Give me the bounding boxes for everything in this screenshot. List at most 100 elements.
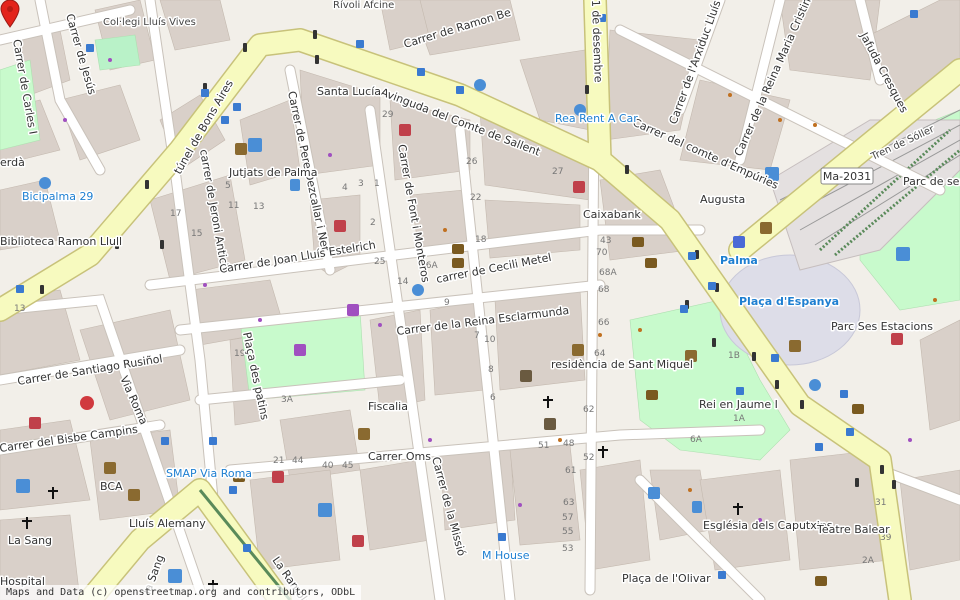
svg-text:La Sang: La Sang [8, 534, 52, 547]
svg-text:27: 27 [552, 167, 563, 177]
svg-text:45: 45 [342, 461, 353, 471]
library-icon [104, 462, 116, 474]
tourism-icon [760, 222, 772, 234]
svg-text:Parc Ses Estacions: Parc Ses Estacions [831, 320, 933, 333]
svg-text:5: 5 [225, 181, 231, 191]
svg-text:Caixabank: Caixabank [583, 208, 641, 221]
library-icon [544, 418, 556, 430]
bicycle-rental-icon [39, 177, 51, 189]
svg-text:2A: 2A [862, 556, 875, 566]
bicycle-rental-icon [412, 284, 424, 296]
svg-text:Jutjats de Palma: Jutjats de Palma [228, 166, 318, 179]
svg-text:13: 13 [14, 304, 25, 314]
courthouse-icon [235, 143, 247, 155]
svg-text:Ma-2031: Ma-2031 [823, 170, 871, 183]
svg-text:Col·legi Lluís Vives: Col·legi Lluís Vives [103, 16, 196, 28]
svg-text:52: 52 [583, 453, 594, 463]
bicycle-rental-icon [809, 379, 821, 391]
svg-text:SMAP Via Roma: SMAP Via Roma [166, 467, 252, 480]
svg-text:10: 10 [484, 335, 496, 345]
svg-text:erdà: erdà [0, 156, 25, 169]
svg-text:Augusta: Augusta [700, 193, 745, 206]
svg-text:Bicipalma 29: Bicipalma 29 [22, 190, 93, 203]
map-attribution: Maps and Data (c) openstreetmap.org and … [0, 585, 362, 600]
pharmacy-icon [891, 333, 903, 345]
svg-text:3: 3 [358, 179, 364, 189]
svg-text:6: 6 [490, 393, 496, 403]
svg-text:43: 43 [600, 236, 611, 246]
svg-text:55: 55 [562, 527, 573, 537]
map-canvas[interactable]: 26 22 18 16A 14 9 7 10 8 6 4 2 1 3 5 29 … [0, 0, 960, 600]
pharmacy-icon [29, 417, 41, 429]
svg-text:Plaça de l'Olivar: Plaça de l'Olivar [622, 572, 711, 585]
atm-icon [632, 237, 644, 247]
svg-text:63: 63 [563, 498, 574, 508]
svg-text:Teatre Balear: Teatre Balear [816, 523, 890, 536]
svg-text:1A: 1A [733, 414, 746, 424]
monument-icon [572, 344, 584, 356]
atm-icon [645, 258, 657, 268]
atm-icon [452, 244, 464, 254]
bus-station-icon [896, 247, 910, 261]
parking-icon [168, 569, 182, 583]
svg-text:18: 18 [475, 235, 487, 245]
svg-text:31: 31 [875, 498, 886, 508]
svg-text:17: 17 [170, 209, 181, 219]
atm-icon [646, 390, 658, 400]
map-view[interactable]: 26 22 18 16A 14 9 7 10 8 6 4 2 1 3 5 29 … [0, 0, 960, 600]
atm-icon [452, 258, 464, 268]
svg-text:26: 26 [466, 157, 478, 167]
svg-text:1: 1 [374, 179, 380, 189]
svg-text:1B: 1B [728, 351, 740, 361]
svg-text:68: 68 [598, 285, 610, 295]
map-pin-icon[interactable] [0, 0, 20, 28]
svg-text:9: 9 [444, 298, 450, 308]
pharmacy-icon [399, 124, 411, 136]
svg-text:Biblioteca Ramon Llull: Biblioteca Ramon Llull [0, 235, 122, 248]
pharmacy-icon [352, 535, 364, 547]
svg-text:Santa Lucía: Santa Lucía [317, 85, 381, 98]
svg-text:8: 8 [488, 365, 494, 375]
svg-text:25: 25 [374, 257, 385, 267]
svg-text:Rei en Jaume I: Rei en Jaume I [699, 398, 778, 411]
train-station-icon [733, 236, 745, 248]
parking-icon [248, 138, 262, 152]
svg-text:70: 70 [596, 248, 608, 258]
svg-text:21: 21 [273, 456, 284, 466]
svg-text:51: 51 [538, 441, 549, 451]
svg-text:7: 7 [474, 331, 480, 341]
svg-text:11: 11 [228, 201, 239, 211]
parking-icon [16, 479, 30, 493]
svg-text:Lluís Alemany: Lluís Alemany [129, 517, 206, 530]
svg-text:61: 61 [565, 466, 576, 476]
tourism-icon [789, 340, 801, 352]
svg-text:22: 22 [470, 193, 481, 203]
svg-text:29: 29 [382, 110, 394, 120]
svg-text:14: 14 [397, 277, 409, 287]
svg-text:68A: 68A [599, 268, 617, 278]
svg-text:66: 66 [598, 318, 610, 328]
svg-text:Fiscalia: Fiscalia [368, 400, 408, 413]
bicycle-rental-icon [474, 79, 486, 91]
atm-icon [815, 576, 827, 586]
svg-text:residència de Sant Miquel: residència de Sant Miquel [551, 358, 693, 371]
svg-text:48: 48 [563, 439, 575, 449]
atm-icon [852, 404, 864, 414]
svg-text:Parc de ses Estacions: Parc de ses Estacions [903, 175, 960, 188]
svg-text:53: 53 [562, 544, 573, 554]
museum-icon [520, 370, 532, 382]
pharmacy-icon [272, 471, 284, 483]
svg-text:40: 40 [322, 461, 334, 471]
svg-text:Església dels Caputxins: Església dels Caputxins [703, 519, 833, 532]
svg-text:Rea Rent A Car: Rea Rent A Car [555, 112, 638, 125]
svg-text:Plaça d'Espanya: Plaça d'Espanya [739, 295, 839, 308]
svg-text:57: 57 [562, 513, 573, 523]
svg-text:4: 4 [342, 183, 348, 193]
library-small-icon [692, 501, 702, 513]
svg-text:M House: M House [482, 549, 530, 562]
svg-text:BCA: BCA [100, 480, 123, 493]
hospital-icon [80, 396, 94, 410]
pharmacy-icon [334, 220, 346, 232]
svg-text:44: 44 [292, 456, 304, 466]
svg-text:Rívoli Afcine: Rívoli Afcine [333, 0, 394, 11]
